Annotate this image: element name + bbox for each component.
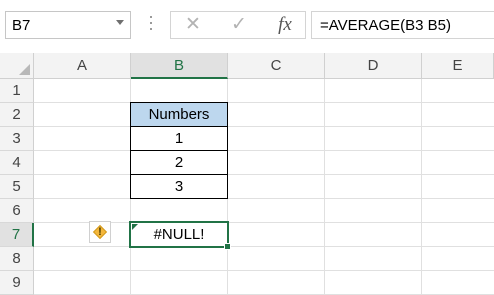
insert-function-icon[interactable]: fx	[271, 14, 299, 36]
gridline	[34, 126, 494, 127]
row-header-6[interactable]: 6	[0, 199, 34, 223]
column-header-d[interactable]: D	[325, 53, 422, 79]
gridline	[324, 79, 325, 295]
row-header-1[interactable]: 1	[0, 79, 34, 103]
row-header-5[interactable]: 5	[0, 175, 34, 199]
column-header-e[interactable]: E	[422, 53, 494, 79]
spreadsheet-grid: A B C D E 1 2 3 4 5 6 7 8 9 Numbers 1 2 …	[0, 53, 494, 295]
formula-buttons: ✕ ✓ fx	[170, 11, 306, 39]
formula-input[interactable]: =AVERAGE(B3 B5)	[311, 11, 494, 39]
cell-b5[interactable]: 3	[130, 175, 228, 199]
row-header-2[interactable]: 2	[0, 103, 34, 127]
name-box[interactable]: B7	[5, 11, 131, 39]
row-header-3[interactable]: 3	[0, 127, 34, 151]
row-header-9[interactable]: 9	[0, 271, 34, 295]
column-header-c[interactable]: C	[228, 53, 325, 79]
name-box-value: B7	[12, 17, 31, 34]
select-all-button[interactable]	[0, 53, 34, 79]
cell-b2[interactable]: Numbers	[130, 102, 228, 127]
warning-symbol: !	[98, 226, 102, 238]
chevron-down-icon[interactable]	[116, 20, 124, 25]
gridline	[34, 150, 494, 151]
row-header-4[interactable]: 4	[0, 151, 34, 175]
gridline	[34, 246, 494, 247]
error-flag-icon	[132, 224, 138, 230]
formula-bar: B7 ✕ ✓ fx =AVERAGE(B3 B5)	[0, 0, 494, 52]
cell-b7-value: #NULL!	[153, 226, 205, 243]
select-all-icon	[19, 64, 30, 75]
cancel-icon[interactable]: ✕	[179, 14, 207, 36]
row-header-8[interactable]: 8	[0, 247, 34, 271]
gridline	[34, 174, 494, 175]
error-check-button[interactable]: !	[89, 221, 111, 243]
formula-text: =AVERAGE(B3 B5)	[320, 17, 452, 34]
column-header-b[interactable]: B	[131, 53, 228, 79]
fill-handle[interactable]	[224, 243, 231, 250]
resize-grip-icon[interactable]	[150, 16, 153, 34]
gridline	[34, 198, 494, 199]
cell-b4[interactable]: 2	[130, 151, 228, 175]
gridline	[34, 270, 494, 271]
cell-b3[interactable]: 1	[130, 127, 228, 151]
gridline	[421, 79, 422, 295]
enter-icon[interactable]: ✓	[225, 14, 253, 36]
gridline	[34, 102, 494, 103]
row-header-7[interactable]: 7	[0, 223, 34, 247]
column-header-a[interactable]: A	[34, 53, 131, 79]
cell-b7[interactable]: #NULL!	[129, 221, 231, 250]
